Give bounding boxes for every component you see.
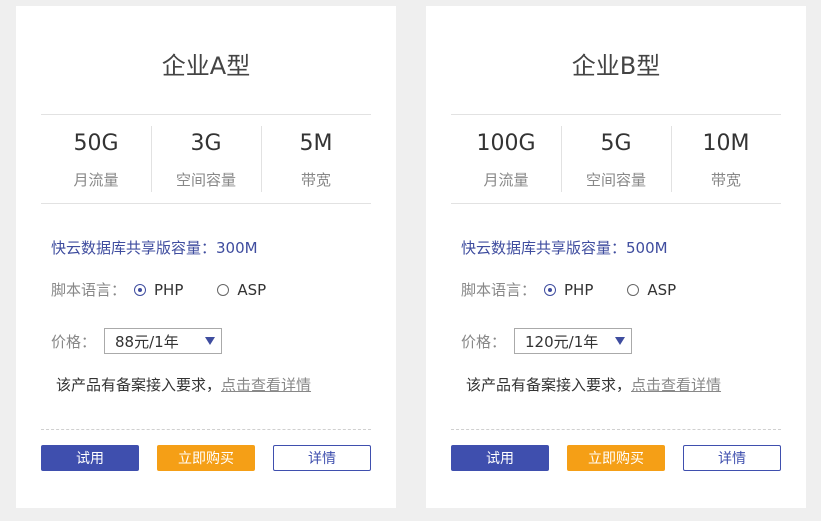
spec-bandwidth: 10M 带宽 — [671, 124, 781, 192]
price-label: 价格： — [461, 332, 507, 351]
card-title: 企业B型 — [571, 52, 661, 80]
spec-value: 50G — [73, 131, 119, 156]
radio-unchecked-icon[interactable] — [627, 283, 640, 296]
spec-value: 3G — [190, 131, 222, 156]
details-button[interactable]: 详情 — [273, 445, 371, 471]
divider-dashed — [41, 429, 371, 430]
database-capacity: 快云数据库共享版容量：500M — [461, 239, 668, 257]
spec-label: 空间容量 — [585, 171, 646, 189]
spec-row: 50G 月流量 3G 空间容量 5M 带宽 — [41, 124, 371, 192]
spec-traffic: 100G 月流量 — [451, 124, 561, 192]
price-selected-value: 120元/1年 — [525, 332, 599, 351]
radio-checked-icon[interactable] — [134, 283, 147, 296]
radio-unchecked-icon[interactable] — [217, 283, 230, 296]
spec-row: 100G 月流量 5G 空间容量 10M 带宽 — [451, 124, 781, 192]
spec-value: 5M — [299, 131, 333, 156]
radio-label: ASP — [647, 280, 677, 299]
notice-details-link[interactable]: 点击查看详情 — [631, 376, 721, 394]
price-selected-value: 88元/1年 — [115, 332, 179, 351]
script-language-row: 脚本语言： PHP ASP — [461, 279, 676, 300]
spec-space: 5G 空间容量 — [561, 124, 671, 192]
buy-now-button[interactable]: 立即购买 — [157, 445, 255, 471]
script-language-label: 脚本语言： — [51, 281, 127, 299]
radio-php[interactable]: PHP — [134, 281, 183, 299]
radio-label: PHP — [154, 280, 184, 299]
spec-bandwidth: 5M 带宽 — [261, 124, 371, 192]
price-row: 价格： 88元/1年 — [51, 328, 223, 354]
spec-label: 月流量 — [483, 171, 529, 189]
spec-label: 带宽 — [710, 171, 741, 189]
spec-traffic: 50G 月流量 — [41, 124, 151, 192]
divider — [41, 114, 371, 115]
script-language-label: 脚本语言： — [461, 281, 537, 299]
radio-label: PHP — [564, 280, 594, 299]
try-button[interactable]: 试用 — [41, 445, 139, 471]
radio-checked-icon[interactable] — [544, 283, 557, 296]
spec-label: 带宽 — [300, 171, 331, 189]
notice-details-link[interactable]: 点击查看详情 — [221, 376, 311, 394]
price-select[interactable]: 120元/1年 — [514, 328, 633, 354]
buy-now-button[interactable]: 立即购买 — [567, 445, 665, 471]
divider — [451, 203, 781, 204]
price-select[interactable]: 88元/1年 — [104, 328, 223, 354]
filing-notice: 该产品有备案接入要求，点击查看详情 — [56, 374, 311, 395]
script-language-row: 脚本语言： PHP ASP — [51, 279, 266, 300]
dropdown-arrow-icon — [205, 337, 216, 345]
notice-text: 该产品有备案接入要求， — [466, 376, 632, 394]
card-title: 企业A型 — [161, 52, 251, 80]
price-row: 价格： 120元/1年 — [461, 328, 633, 354]
divider — [451, 114, 781, 115]
notice-text: 该产品有备案接入要求， — [56, 376, 222, 394]
try-button[interactable]: 试用 — [451, 445, 549, 471]
divider — [41, 203, 371, 204]
spec-value: 10M — [702, 131, 750, 156]
product-card-b: 企业B型 100G 月流量 5G 空间容量 10M 带宽 快云数据库共享版容量：… — [426, 6, 806, 508]
radio-php[interactable]: PHP — [544, 281, 593, 299]
spec-label: 月流量 — [73, 171, 119, 189]
spec-value: 100G — [476, 131, 536, 156]
spec-space: 3G 空间容量 — [151, 124, 261, 192]
radio-asp[interactable]: ASP — [217, 281, 266, 299]
product-card-a: 企业A型 50G 月流量 3G 空间容量 5M 带宽 快云数据库共享版容量：30… — [16, 6, 396, 508]
spec-value: 5G — [600, 131, 632, 156]
spec-label: 空间容量 — [175, 171, 236, 189]
details-button[interactable]: 详情 — [683, 445, 781, 471]
divider-dashed — [451, 429, 781, 430]
database-capacity: 快云数据库共享版容量：300M — [51, 239, 258, 257]
filing-notice: 该产品有备案接入要求，点击查看详情 — [466, 374, 721, 395]
radio-asp[interactable]: ASP — [627, 281, 676, 299]
radio-label: ASP — [237, 280, 267, 299]
dropdown-arrow-icon — [615, 337, 626, 345]
price-label: 价格： — [51, 332, 97, 351]
